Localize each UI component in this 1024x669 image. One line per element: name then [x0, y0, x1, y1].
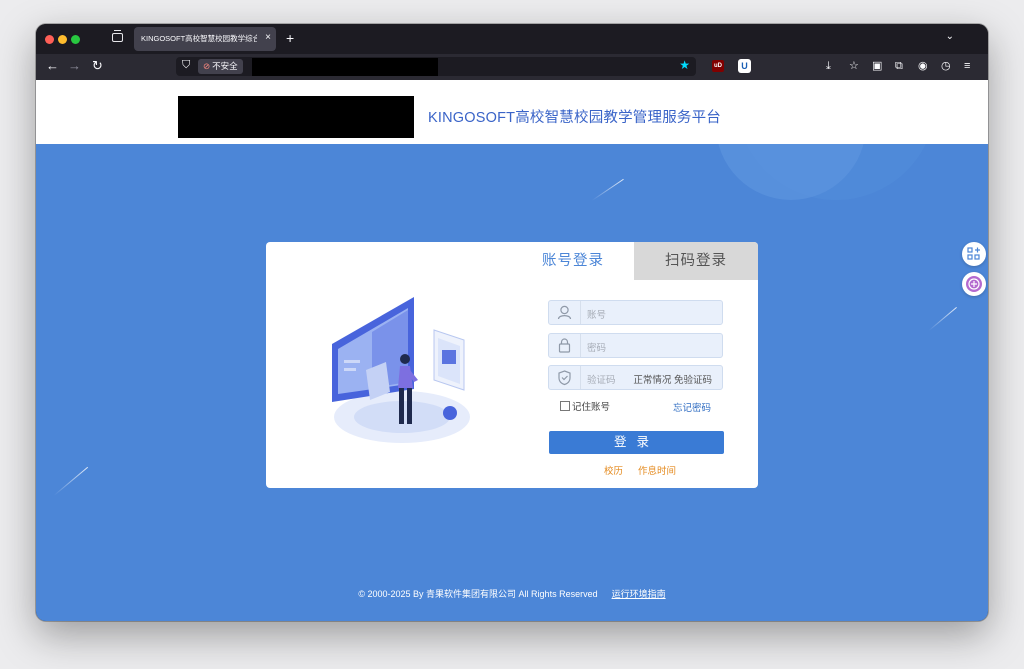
bitwarden-extension-icon[interactable]: U [738, 59, 751, 73]
screenshot-icon[interactable]: ▣ [872, 59, 882, 73]
user-icon [549, 301, 581, 324]
shield-check-icon [549, 366, 581, 389]
reading-list-icon[interactable]: ☆ [849, 59, 859, 73]
captcha-placeholder: 验证码 [587, 375, 616, 386]
site-header: KINGOSOFT高校智慧校园教学管理服务平台 [36, 80, 988, 144]
ublock-extension-icon[interactable]: uD [712, 60, 724, 72]
tab-close-icon[interactable]: × [265, 32, 271, 44]
navigation-toolbar: ← → ↻ ⛉ ⊘ 不安全 ★ uD U ⤓ ☆ ▣ ⧉ ◉ ◷ ≡ [36, 54, 988, 80]
tab-bar: KINGOSOFT高校智慧校园教学综合服 × + ⌄ [36, 24, 988, 54]
close-window-button[interactable] [45, 35, 54, 44]
insecure-label: 不安全 [212, 61, 238, 71]
tab-overview-icon[interactable] [112, 30, 123, 42]
checkbox-box[interactable] [560, 401, 570, 411]
page-footer: © 2000-2025 By 青果软件集团有限公司 All Rights Res… [36, 587, 988, 600]
schedule-link[interactable]: 作息时间 [638, 463, 676, 477]
back-arrow-icon[interactable]: ← [46, 58, 59, 74]
tab-qr-login[interactable]: 扫码登录 [634, 242, 758, 280]
environment-guide-link[interactable]: 运行环境指南 [612, 589, 666, 599]
login-panel: 账号登录 扫码登录 账号 密码 验证码 正常情况 免验证码 记住账号 忘记密码 … [266, 242, 758, 488]
remember-account-checkbox[interactable]: 记住账号 [560, 399, 610, 413]
tab-account-login[interactable]: 账号登录 [512, 242, 634, 280]
page-content: KINGOSOFT高校智慧校园教学管理服务平台 账号登录 扫码登录 账号 密码 … [36, 80, 988, 621]
password-field[interactable]: 密码 [548, 333, 723, 358]
forward-arrow-icon[interactable]: → [68, 58, 81, 74]
translate-float-button[interactable] [962, 272, 986, 296]
qr-code-icon [967, 247, 980, 260]
reload-icon[interactable]: ↻ [92, 58, 103, 74]
site-title: KINGOSOFT高校智慧校园教学管理服务平台 [428, 110, 721, 126]
background-streak [53, 466, 89, 496]
captcha-hint: 正常情况 免验证码 [633, 375, 712, 386]
maximize-window-button[interactable] [71, 35, 80, 44]
extensions-icon[interactable]: ⧉ [895, 59, 903, 73]
tab-title: KINGOSOFT高校智慧校园教学综合服 [141, 34, 257, 43]
account-placeholder: 账号 [587, 310, 607, 321]
login-illustration [332, 297, 470, 443]
lock-icon [549, 334, 581, 357]
background-streak [928, 306, 957, 331]
password-placeholder: 密码 [587, 343, 607, 354]
bookmark-star-icon[interactable]: ★ [679, 58, 690, 72]
login-button[interactable]: 登录 [549, 431, 724, 454]
school-calendar-link[interactable]: 校历 [604, 463, 623, 477]
downloads-icon[interactable]: ⤓ [826, 59, 831, 73]
background-streak [591, 178, 624, 201]
site-logo-redacted [178, 96, 414, 138]
captcha-field[interactable]: 验证码 正常情况 免验证码 [548, 365, 723, 390]
url-bar[interactable]: ⛉ ⊘ 不安全 ★ [176, 57, 696, 76]
site-info-button[interactable]: ⊘ 不安全 [198, 59, 243, 74]
forgot-password-link[interactable]: 忘记密码 [673, 400, 711, 414]
history-icon[interactable]: ◷ [941, 59, 951, 73]
remember-account-label: 记住账号 [572, 402, 611, 413]
new-tab-button[interactable]: + [286, 29, 294, 47]
list-all-tabs-icon[interactable]: ⌄ [946, 31, 954, 42]
browser-tab[interactable]: KINGOSOFT高校智慧校园教学综合服 × [134, 27, 276, 51]
tracking-shield-icon[interactable]: ⛉ [182, 59, 190, 72]
url-text-redacted [252, 58, 438, 76]
insecure-lock-icon: ⊘ [203, 61, 211, 71]
copyright-text: © 2000-2025 By 青果软件集团有限公司 All Rights Res… [358, 589, 598, 599]
account-icon[interactable]: ◉ [918, 59, 928, 73]
account-field[interactable]: 账号 [548, 300, 723, 325]
app-menu-icon[interactable]: ≡ [964, 59, 970, 73]
qr-scan-float-button[interactable] [962, 242, 986, 266]
translate-icon [966, 276, 982, 292]
browser-window: KINGOSOFT高校智慧校园教学综合服 × + ⌄ ← → ↻ ⛉ ⊘ 不安全 … [36, 24, 988, 621]
minimize-window-button[interactable] [58, 35, 67, 44]
